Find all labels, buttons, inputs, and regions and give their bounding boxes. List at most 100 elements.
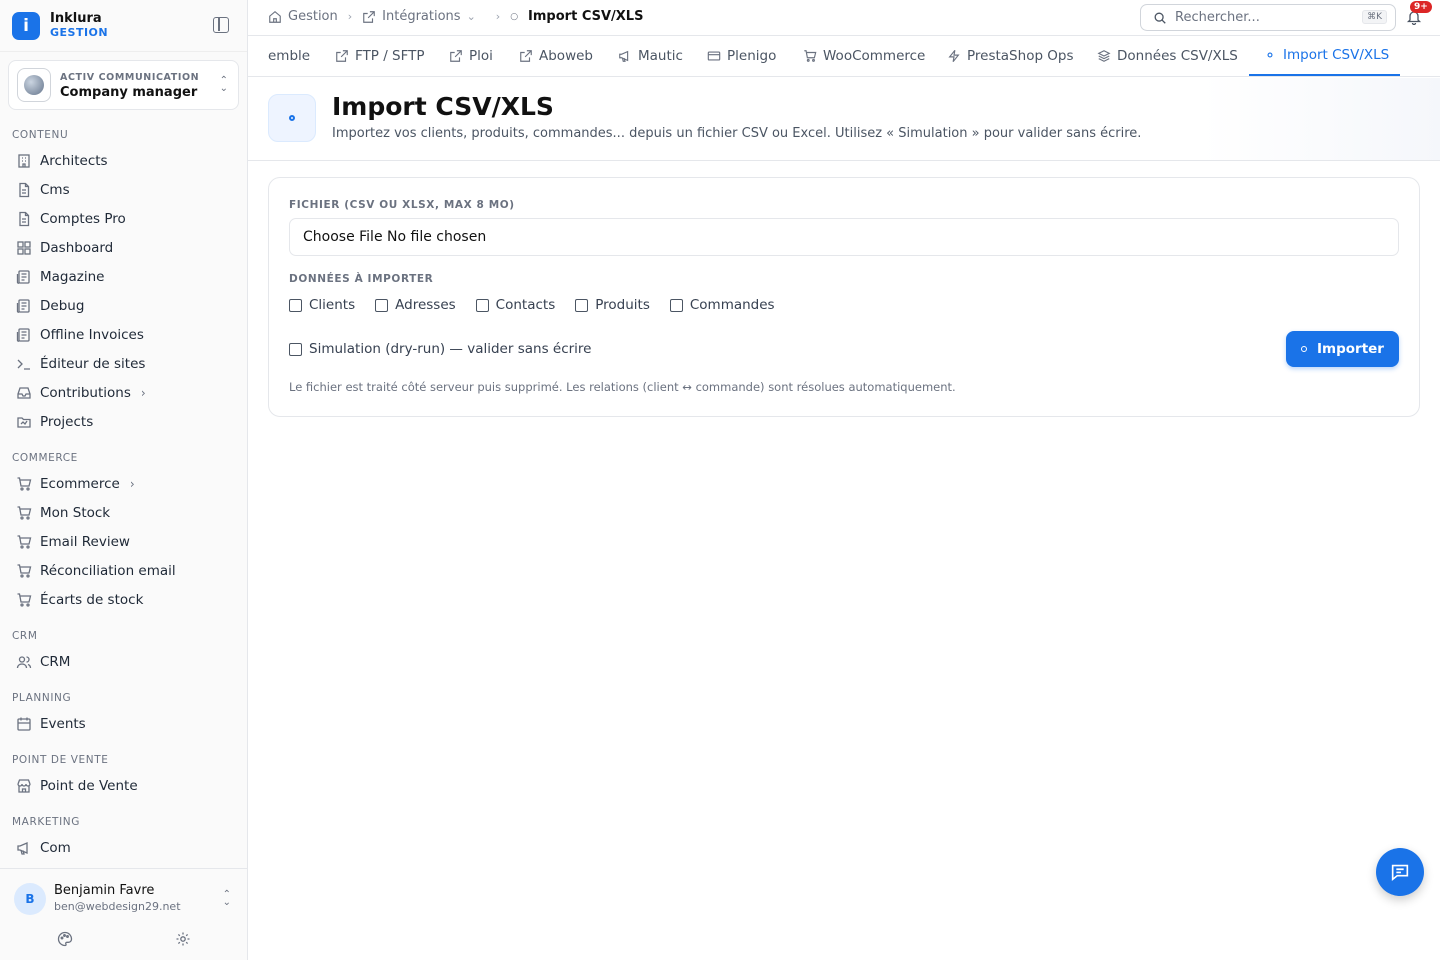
sidebar-item-contributions[interactable]: Contributions › <box>0 378 247 407</box>
sidebar-section-title: POINT DE VENTE <box>12 754 109 766</box>
checkbox-adresses[interactable]: Adresses <box>375 297 456 313</box>
sidebar-item-ecommerce[interactable]: Ecommerce › <box>0 469 247 498</box>
import-icon <box>268 94 316 142</box>
chat-button[interactable] <box>1376 848 1424 896</box>
user-panel[interactable]: B Benjamin Favre ben@webdesign29.net ⌃ ⌄ <box>0 868 247 960</box>
search-placeholder: Rechercher... <box>1175 10 1260 25</box>
checkbox-label: Produits <box>595 297 650 313</box>
search-input[interactable]: Rechercher... ⌘K <box>1140 4 1396 31</box>
tab-mautic[interactable]: Mautic <box>618 36 683 76</box>
sidebar-item-label: Com <box>40 839 71 856</box>
sidebar-item-crm[interactable]: CRM <box>0 647 247 676</box>
tab-woocommerce[interactable]: WooCommerce <box>803 36 925 76</box>
breadcrumb-home[interactable]: Gestion <box>288 9 338 24</box>
file-icon <box>19 182 30 197</box>
import-button-label: Importer <box>1317 341 1384 357</box>
checkbox-box[interactable] <box>375 298 389 312</box>
sidebar-item-mon-stock[interactable]: Mon Stock <box>0 498 247 527</box>
sidebar-item-label: Offline Invoices <box>40 326 144 343</box>
brand-subtitle: GESTION <box>50 25 109 39</box>
sidebar-item-label: Magazine <box>40 268 105 285</box>
tab-prestashop-ops[interactable]: PrestaShop Ops <box>947 36 1074 76</box>
breadcrumb-section[interactable]: Intégrations <box>382 9 460 24</box>
checkbox-contacts[interactable]: Contacts <box>475 297 555 313</box>
checkbox-box[interactable] <box>575 298 589 312</box>
checkbox-box[interactable] <box>669 298 683 312</box>
external-link-icon <box>336 50 348 62</box>
brand[interactable]: i Inklura GESTION <box>0 0 247 52</box>
tab-plenigo[interactable]: Plenigo <box>707 36 776 76</box>
file-input[interactable]: Choose File No file chosen <box>289 218 1399 256</box>
card-icon <box>707 51 721 61</box>
sidebar: i Inklura GESTION ACTIV COMMUNICATION Co… <box>0 0 248 960</box>
tab-label: Mautic <box>638 48 683 64</box>
tab-label: emble <box>268 48 311 64</box>
sidebar-item-r-conciliation-email[interactable]: Réconciliation email <box>0 556 247 585</box>
sidebar-item-label: Éditeur de sites <box>40 355 146 372</box>
tab-label: Ploi <box>469 48 493 64</box>
sidebar-item-architects[interactable]: Architects <box>0 146 247 175</box>
checkbox-clients[interactable]: Clients <box>289 297 355 313</box>
file-icon <box>19 211 30 226</box>
tab-emble[interactable]: emble <box>268 36 310 76</box>
tab-label: WooCommerce <box>823 48 926 64</box>
sidebar-item-label: Events <box>40 715 86 732</box>
brand-logo: i <box>12 11 40 40</box>
sidebar-item-seo[interactable]: SEO <box>0 862 247 867</box>
store-icon <box>17 778 31 793</box>
sidebar-section-title: MARKETING <box>12 816 80 828</box>
sidebar-item-events[interactable]: Events <box>0 709 247 738</box>
checkbox-commandes[interactable]: Commandes <box>669 297 775 313</box>
tab-import-csv-xls[interactable]: Import CSV/XLS <box>1249 36 1401 76</box>
sidebar-item-dashboard[interactable]: Dashboard <box>0 233 247 262</box>
sidebar-section-title: COMMERCE <box>12 452 78 464</box>
sidebar-item-label: Architects <box>40 152 108 169</box>
cart-icon <box>17 563 32 578</box>
checkbox-box[interactable] <box>475 298 489 312</box>
sidebar-item-com[interactable]: Com <box>0 833 247 862</box>
cart-icon <box>17 505 32 520</box>
dryrun-checkbox[interactable]: Simulation (dry-run) — valider sans écri… <box>289 341 591 357</box>
org-switcher[interactable]: ACTIV COMMUNICATION Company manager ⌃ ⌄ <box>8 60 239 110</box>
sidebar-item-cms[interactable]: Cms <box>0 175 247 204</box>
folder-icon <box>17 416 31 428</box>
sidebar-item-magazine[interactable]: Magazine <box>0 262 247 291</box>
checkbox-produits[interactable]: Produits <box>575 297 650 313</box>
chevron-right-icon[interactable]: › <box>141 386 146 400</box>
user-email: ben@webdesign29.net <box>54 900 181 913</box>
tab-ploi[interactable]: Ploi <box>449 36 493 76</box>
sidebar-item-comptes-pro[interactable]: Comptes Pro <box>0 204 247 233</box>
sidebar-item-point-de-vente[interactable]: Point de Vente <box>0 771 247 800</box>
chevron-right-icon[interactable]: › <box>130 477 135 491</box>
sidebar-section-title: CRM <box>12 630 38 642</box>
chevron-down-icon[interactable]: ⌄ <box>467 10 476 23</box>
gear-icon[interactable] <box>175 931 191 947</box>
sidebar-item-debug[interactable]: Debug <box>0 291 247 320</box>
checkbox-label: Commandes <box>689 297 775 313</box>
tabs-overflow-fade <box>1400 36 1440 76</box>
megaphone-icon <box>17 841 28 855</box>
checkbox-label: Adresses <box>395 297 456 313</box>
checkbox-box[interactable] <box>289 342 302 356</box>
sidebar-item-offline-invoices[interactable]: Offline Invoices <box>0 320 247 349</box>
sidebar-item-label: Écarts de stock <box>40 591 144 608</box>
tab-aboweb[interactable]: Aboweb <box>519 36 593 76</box>
tab-donn-es-csv-xls[interactable]: Données CSV/XLS <box>1097 36 1238 76</box>
sidebar-item-label: Contributions <box>40 384 131 401</box>
cart-icon <box>804 50 817 62</box>
checkbox-box[interactable] <box>289 298 302 312</box>
sidebar-item-label: Mon Stock <box>40 504 111 521</box>
palette-icon[interactable] <box>57 931 73 947</box>
sidebar-item-projects[interactable]: Projects <box>0 407 247 436</box>
sidebar-item-label: Dashboard <box>40 239 114 256</box>
import-button[interactable]: Importer <box>1286 331 1399 367</box>
sidebar-nav: CONTENU Architects Cms Comptes Pro Dashboard… <box>0 120 247 867</box>
org-name: ACTIV COMMUNICATION <box>60 72 200 83</box>
sidebar-item--diteur-de-sites[interactable]: Éditeur de sites <box>0 349 247 378</box>
layers-icon <box>1097 50 1111 62</box>
sidebar-item-email-review[interactable]: Email Review <box>0 527 247 556</box>
sidebar-toggle-icon[interactable] <box>213 17 229 33</box>
sidebar-item--carts-de-stock[interactable]: Écarts de stock <box>0 585 247 614</box>
tab-ftp-sftp[interactable]: FTP / SFTP <box>335 36 425 76</box>
data-label: DONNÉES À IMPORTER <box>289 273 434 285</box>
